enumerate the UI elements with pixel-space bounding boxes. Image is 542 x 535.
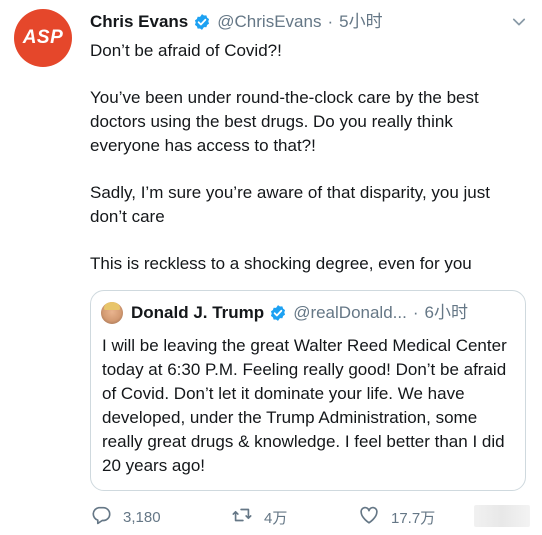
verified-badge-icon — [269, 304, 287, 322]
chevron-down-icon[interactable] — [510, 13, 528, 31]
quoted-header-separator: · — [412, 303, 419, 322]
quoted-tweet-text: I will be leaving the great Walter Reed … — [102, 336, 507, 475]
tweet-actions: 3,180 4万 17.7万 — [90, 504, 530, 530]
like-count: 17.7万 — [391, 509, 436, 527]
reply-icon — [90, 504, 123, 530]
tweet-card: ASP Chris Evans @ChrisEvans · 5小时 Don’t … — [0, 0, 542, 535]
tweet-paragraph: This is reckless to a shocking degree, e… — [90, 254, 472, 273]
verified-badge-icon — [193, 13, 211, 31]
quoted-author-avatar — [101, 302, 123, 324]
reply-button[interactable]: 3,180 — [90, 504, 161, 530]
tweet-header: Chris Evans @ChrisEvans · 5小时 — [90, 11, 528, 33]
quoted-tweet-timestamp: 6小时 — [424, 303, 468, 322]
like-icon — [358, 504, 391, 530]
quoted-author-handle: @realDonald... — [293, 303, 407, 322]
avatar-logo-text: ASP — [22, 27, 64, 48]
retweet-count: 4万 — [264, 509, 288, 527]
quoted-author-display-name: Donald J. Trump — [131, 303, 265, 322]
author-handle[interactable]: @ChrisEvans — [217, 11, 321, 33]
retweet-icon — [231, 504, 264, 530]
quoted-tweet[interactable]: Donald J. Trump @realDonald... · 6小时 I w… — [90, 290, 526, 491]
tweet-body: Don’t be afraid of Covid?! You’ve been u… — [90, 39, 526, 276]
tweet-paragraph: Sadly, I’m sure you’re aware of that dis… — [90, 183, 490, 226]
tweet-paragraph: Don’t be afraid of Covid?! — [90, 41, 282, 60]
reply-count: 3,180 — [123, 508, 161, 526]
author-display-name[interactable]: Chris Evans — [90, 11, 188, 33]
quoted-tweet-header: Donald J. Trump @realDonald... · 6小时 — [101, 302, 515, 324]
author-avatar[interactable]: ASP — [14, 9, 72, 67]
tweet-timestamp[interactable]: 5小时 — [339, 11, 382, 33]
share-icon[interactable] — [474, 505, 530, 527]
retweet-button[interactable]: 4万 — [231, 504, 287, 530]
like-button[interactable]: 17.7万 — [358, 504, 435, 530]
header-separator: · — [327, 12, 334, 31]
tweet-paragraph: You’ve been under round-the-clock care b… — [90, 88, 479, 155]
